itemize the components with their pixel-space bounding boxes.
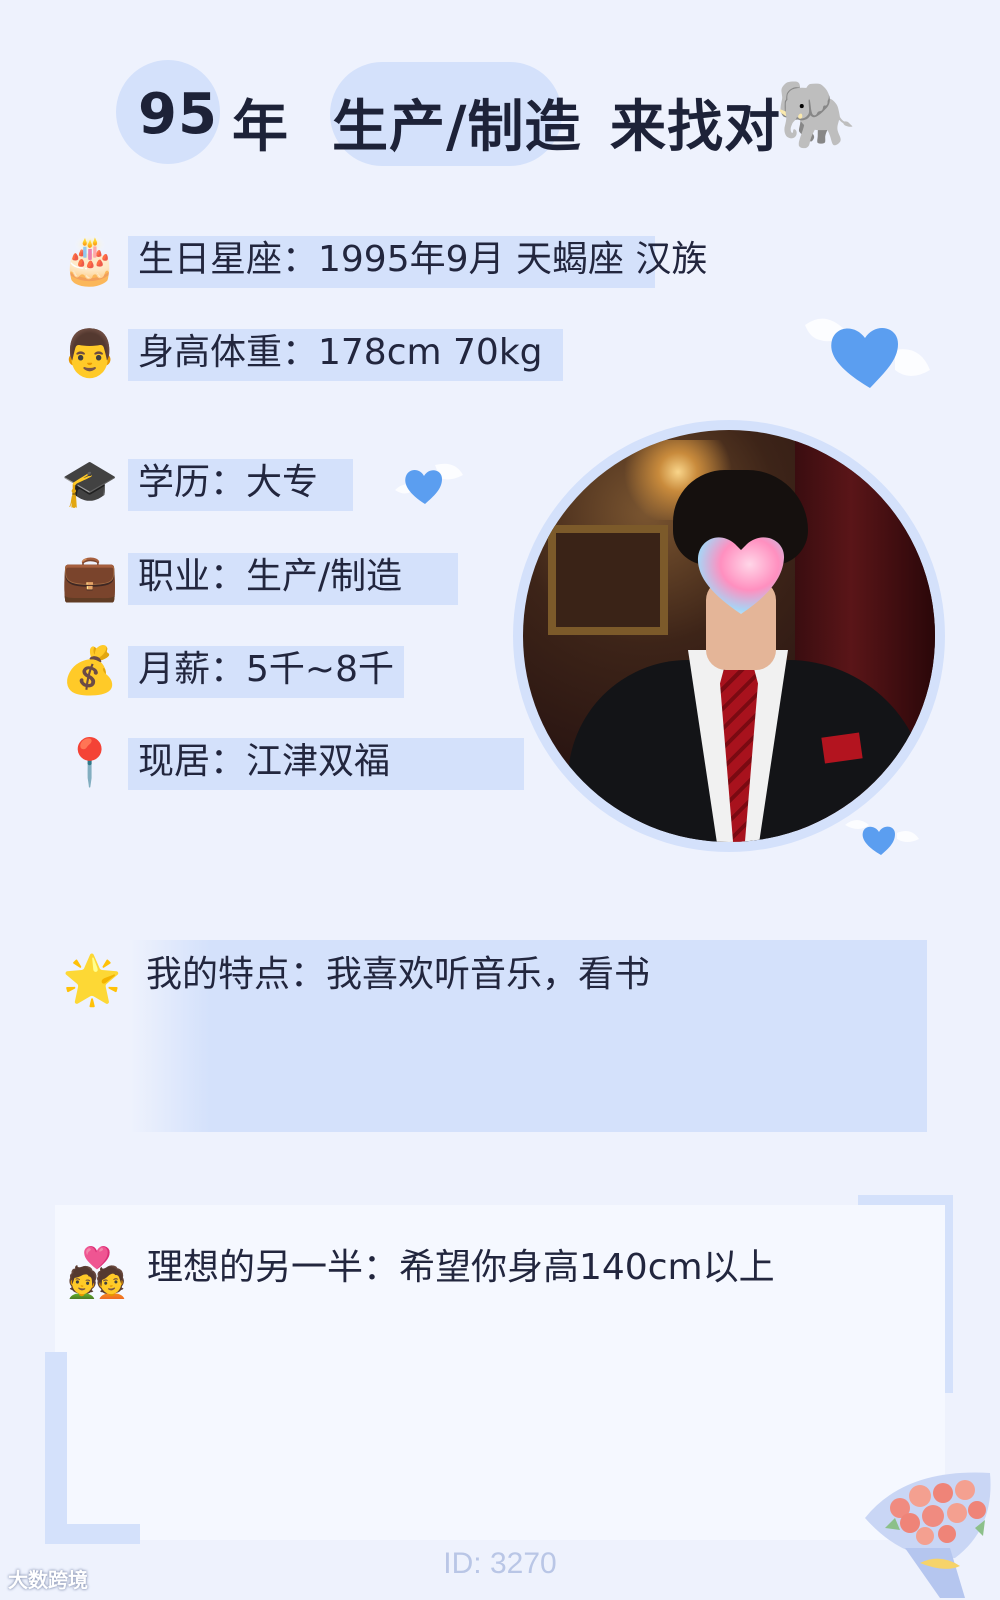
residence-text: 现居：江津双福 [138, 741, 391, 782]
face-cover-heart-icon [697, 537, 785, 614]
winged-heart-icon [805, 318, 930, 388]
elephant-icon: 🐘 [775, 76, 858, 153]
salary-text: 月薪：5千~8千 [138, 649, 394, 690]
education-text: 学历：大专 [138, 462, 319, 503]
features-text: 我的特点：我喜欢听音乐，看书 [146, 954, 651, 995]
glowing-star-icon: 🌟 [62, 952, 122, 1008]
profile-page: 95 年 生产/制造 来找对 🐘 🎂 生日星座：1995年9月 天蝎座 汉族 👨… [0, 0, 1000, 1600]
header-year: 95 [138, 82, 218, 147]
card-corner-bottom-left [45, 1352, 67, 1544]
height-weight-text: 身高体重：178cm 70kg [138, 332, 543, 373]
man-face-icon: 👨 [61, 326, 119, 380]
occupation-text: 职业：生产/制造 [138, 556, 403, 597]
location-pin-icon: 📍 [61, 735, 119, 789]
header: 95 年 生产/制造 来找对 🐘 [0, 58, 1000, 173]
info-row-birthday: 🎂 生日星座：1995年9月 天蝎座 汉族 [0, 230, 760, 290]
info-row-height-weight: 👨 身高体重：178cm 70kg [0, 323, 760, 383]
header-occupation: 生产/制造 [332, 95, 582, 160]
birthday-text: 生日星座：1995年9月 天蝎座 汉族 [138, 239, 708, 280]
profile-id: ID: 3270 [443, 1547, 557, 1580]
ideal-partner-text: 理想的另一半：希望你身高140cm以上 [147, 1247, 775, 1288]
watermark-logo: 大数跨境 [8, 1564, 88, 1593]
flower-bouquet-icon [865, 1472, 991, 1598]
pocket-square [821, 732, 863, 764]
winged-heart-icon [395, 463, 463, 504]
header-tagline: 来找对 [610, 95, 781, 160]
money-bag-icon: 💰 [61, 643, 119, 697]
profile-photo[interactable] [523, 430, 935, 842]
header-year-suffix: 年 [232, 95, 289, 160]
wall-painting [548, 525, 668, 635]
card-corner-bottom-left [45, 1524, 140, 1544]
graduation-cap-icon: 🎓 [61, 456, 119, 510]
couple-with-heart-icon: 💑 [67, 1245, 127, 1301]
birthday-cake-icon: 🎂 [61, 233, 119, 287]
watermark-text: 大数跨境 [8, 1568, 88, 1592]
briefcase-icon: 💼 [61, 550, 119, 604]
